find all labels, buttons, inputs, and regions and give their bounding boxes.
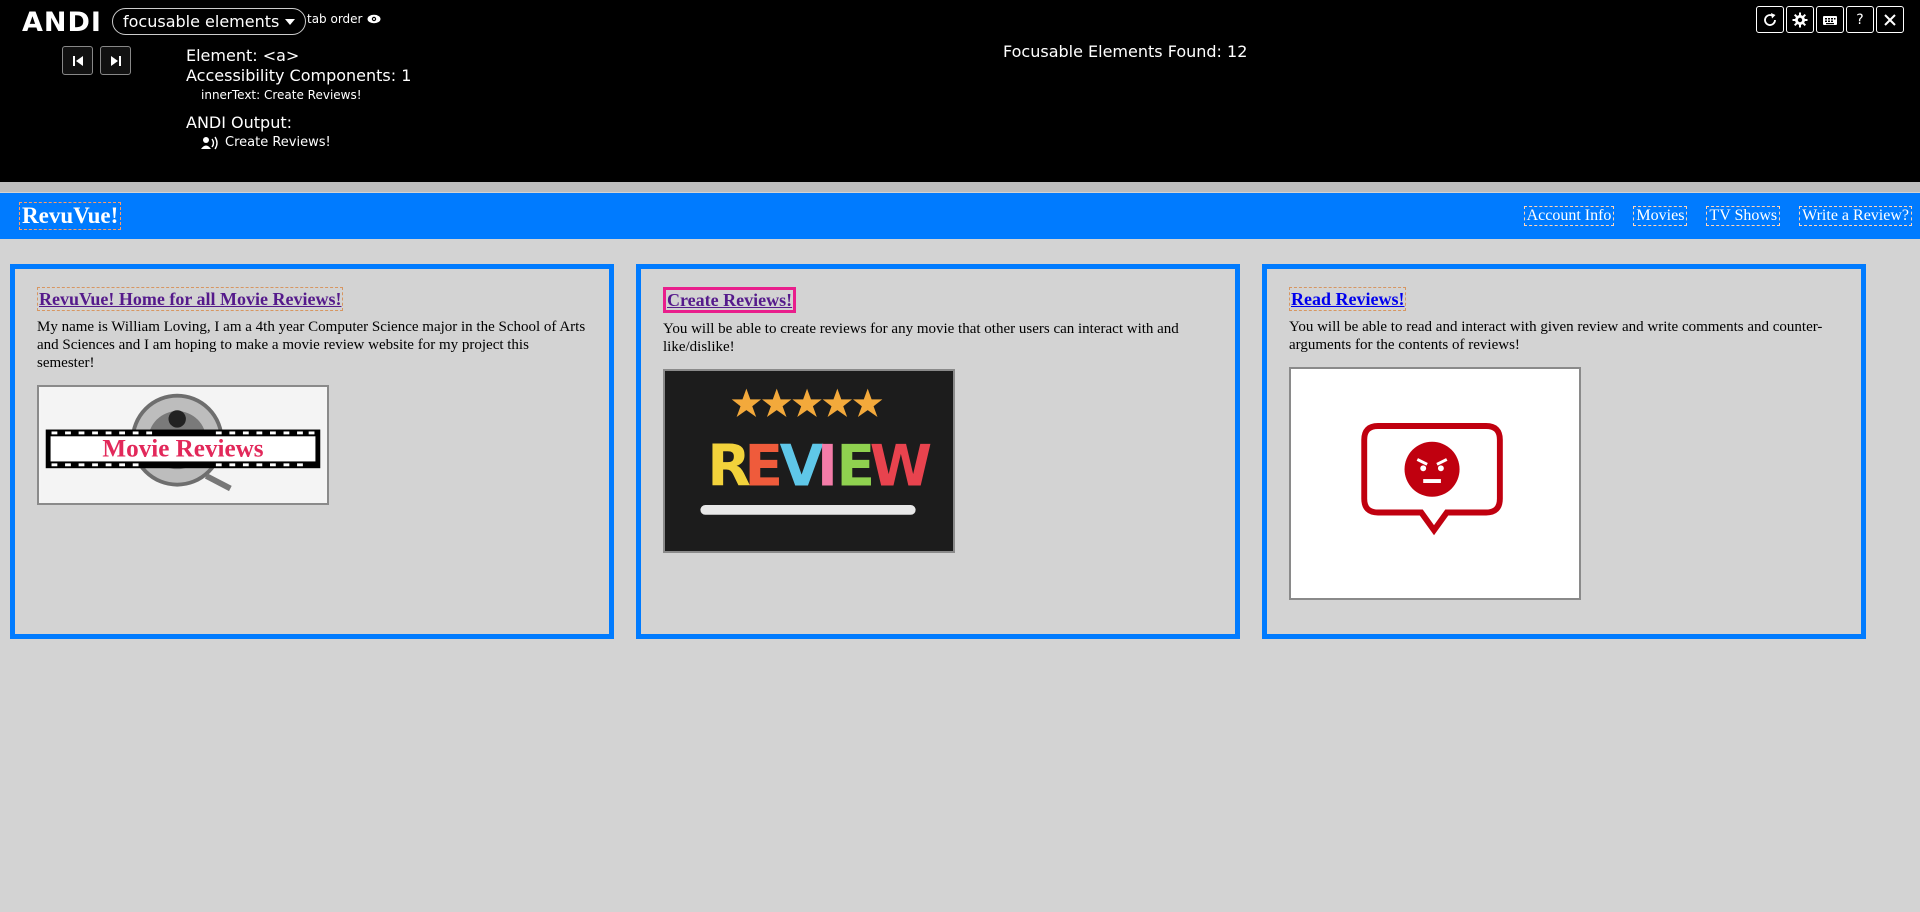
card-text: You will be able to read and interact wi… bbox=[1289, 319, 1823, 353]
output-label: ANDI Output: bbox=[186, 113, 293, 132]
card-text: You will be able to create reviews for a… bbox=[663, 321, 1179, 355]
close-icon bbox=[1884, 13, 1896, 26]
refresh-icon bbox=[1764, 12, 1776, 26]
chevron-down-icon bbox=[285, 18, 296, 25]
output-line: Create Reviews! bbox=[186, 133, 411, 153]
close-button[interactable] bbox=[1876, 6, 1904, 33]
svg-text:W: W bbox=[870, 433, 933, 499]
film-reel-logo: Movie Reviews bbox=[41, 387, 325, 503]
svg-text:E: E bbox=[744, 433, 783, 499]
site-nav: Account Info Movies TV Shows Write a Rev… bbox=[1523, 206, 1912, 226]
svg-text:I: I bbox=[817, 433, 838, 499]
card-title-link[interactable]: Read Reviews! bbox=[1289, 287, 1407, 311]
nav-account-info[interactable]: Account Info bbox=[1523, 206, 1615, 226]
module-select-label: focusable elements bbox=[123, 12, 280, 31]
card-home: RevuVue! Home for all Movie Reviews! My … bbox=[10, 264, 614, 639]
andi-toolbar: ANDI focusable elements tab order Elemen… bbox=[0, 0, 1920, 182]
nav-movies[interactable]: Movies bbox=[1633, 206, 1688, 226]
module-select[interactable]: focusable elements bbox=[112, 8, 307, 35]
focusable-count: Focusable Elements Found: 12 bbox=[1003, 42, 1248, 61]
speaker-icon bbox=[201, 136, 218, 150]
card-create-reviews: Create Reviews! You will be able to crea… bbox=[636, 264, 1240, 639]
andi-divider bbox=[0, 182, 1920, 192]
previous-element-button[interactable] bbox=[62, 46, 93, 75]
components-line: Accessibility Components: 1 bbox=[186, 66, 412, 85]
nav-tv-shows[interactable]: TV Shows bbox=[1706, 206, 1781, 226]
card-title-link[interactable]: RevuVue! Home for all Movie Reviews! bbox=[37, 287, 344, 311]
settings-button[interactable] bbox=[1786, 6, 1814, 33]
card-title-link[interactable]: Create Reviews! bbox=[663, 287, 797, 313]
movie-reviews-image: Movie Reviews bbox=[37, 385, 329, 505]
next-element-button[interactable] bbox=[100, 46, 131, 75]
site-header: RevuVue! Account Info Movies TV Shows Wr… bbox=[0, 193, 1920, 239]
andi-logo: ANDI bbox=[22, 7, 102, 38]
review-chalkboard-image: R E V I E W bbox=[663, 369, 955, 553]
card-read-reviews: Read Reviews! You will be able to read a… bbox=[1262, 264, 1866, 639]
help-icon: ? bbox=[1856, 11, 1864, 28]
tab-order-label: tab order bbox=[307, 12, 363, 26]
tab-order-toggle[interactable]: tab order bbox=[307, 12, 381, 26]
keyboard-icon bbox=[1823, 15, 1837, 25]
andi-controls: ? bbox=[1756, 6, 1904, 33]
element-line: Element: <a> bbox=[186, 46, 300, 65]
nav-write-review[interactable]: Write a Review? bbox=[1799, 206, 1912, 226]
card-text: My name is William Loving, I am a 4th ye… bbox=[37, 319, 586, 371]
movie-reviews-image-text: Movie Reviews bbox=[102, 436, 263, 463]
brand-link[interactable]: RevuVue! bbox=[19, 202, 122, 230]
review-stars-graphic: R E V I E W bbox=[666, 371, 952, 551]
help-button[interactable]: ? bbox=[1846, 6, 1874, 33]
element-info-panel: Element: <a> Accessibility Components: 1… bbox=[186, 46, 411, 153]
eye-icon bbox=[367, 14, 380, 24]
skip-previous-icon bbox=[72, 55, 83, 66]
gear-icon bbox=[1792, 12, 1808, 27]
angry-speech-bubble-icon bbox=[1291, 369, 1579, 598]
output-text: Create Reviews! bbox=[225, 135, 331, 150]
angry-comment-image bbox=[1289, 367, 1581, 600]
skip-next-icon bbox=[110, 55, 121, 66]
keyboard-button[interactable] bbox=[1816, 6, 1844, 33]
refresh-button[interactable] bbox=[1756, 6, 1784, 33]
inner-text-line: innerText: Create Reviews! bbox=[201, 88, 362, 102]
